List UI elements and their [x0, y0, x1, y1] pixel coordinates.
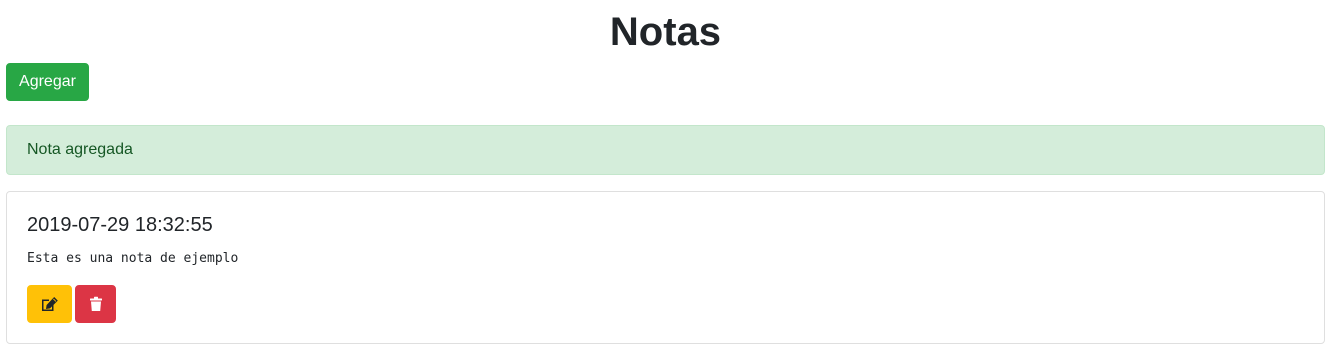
edit-button[interactable] — [27, 285, 72, 323]
page-title: Notas — [609, 10, 722, 54]
note-title: 2019-07-29 18:32:55 — [27, 214, 213, 236]
note-text: Esta es una nota de ejemplo — [27, 251, 239, 266]
note-card: 2019-07-29 18:32:55 Esta es una nota de … — [6, 191, 1325, 344]
success-alert: Nota agregada — [6, 125, 1325, 175]
edit-icon — [41, 296, 59, 312]
trash-icon — [89, 296, 103, 312]
delete-button[interactable] — [75, 285, 116, 323]
page: Notas Agregar Nota agregada 2019-07-29 1… — [0, 0, 1331, 350]
add-button[interactable]: Agregar — [6, 63, 89, 101]
